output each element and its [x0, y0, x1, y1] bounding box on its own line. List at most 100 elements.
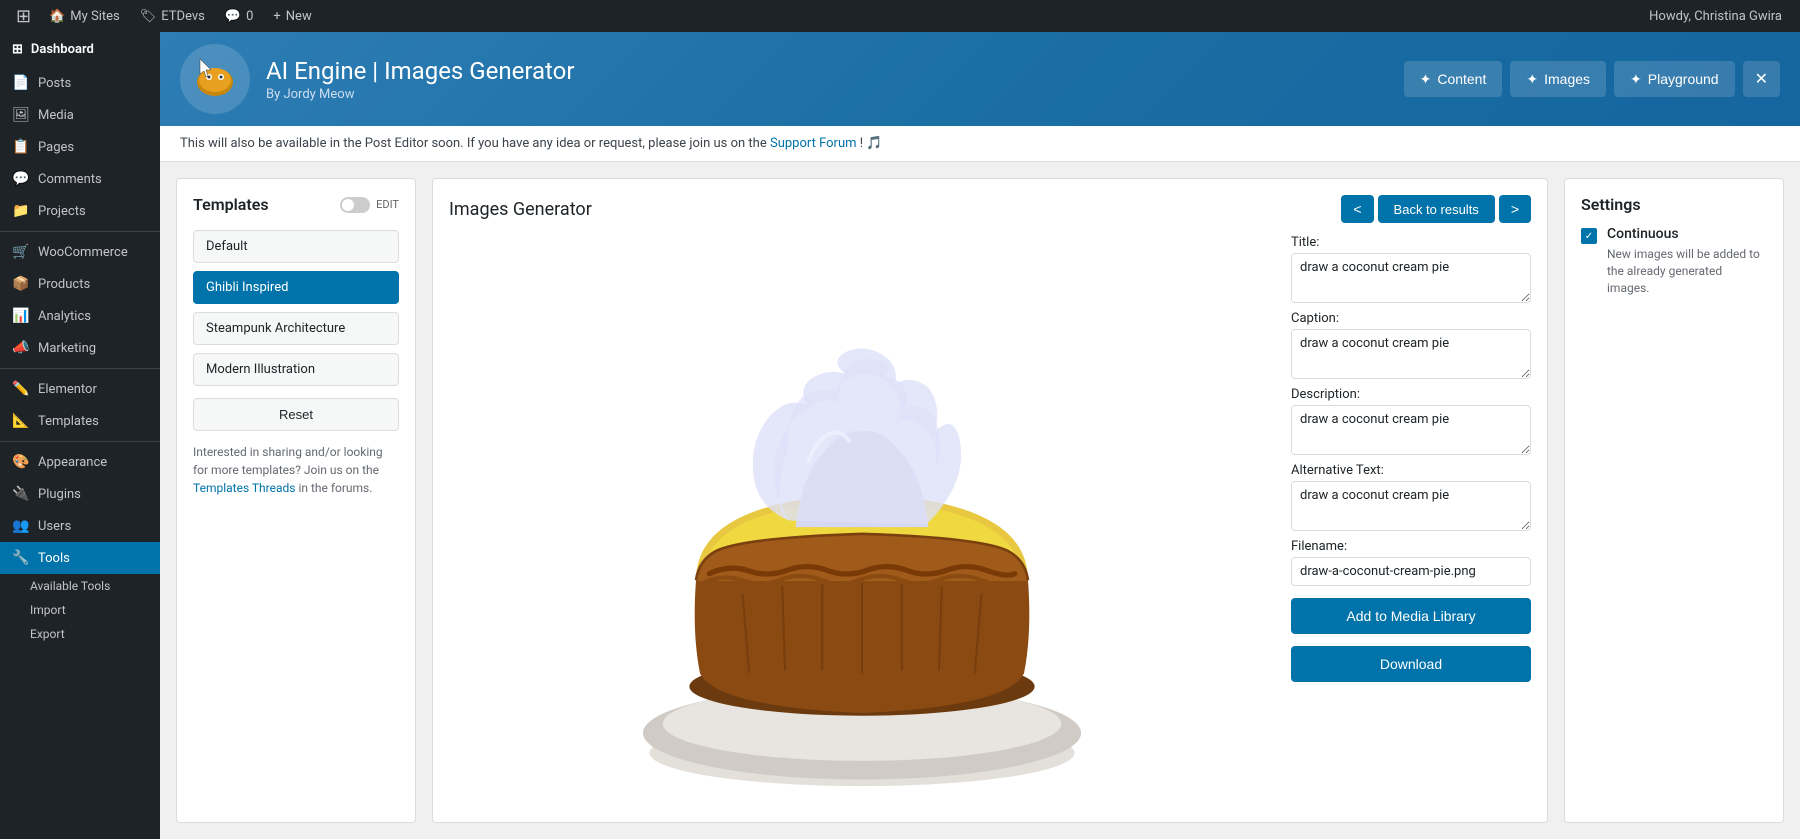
template-item-steampunk[interactable]: Steampunk Architecture: [193, 312, 399, 345]
template-ghibli-label: Ghibli Inspired: [206, 280, 288, 295]
title-textarea[interactable]: draw a coconut cream pie: [1291, 253, 1531, 303]
sidebar-item-projects[interactable]: 📁 Projects: [0, 195, 160, 227]
settings-panel: Settings ✓ Continuous New images will be…: [1564, 178, 1784, 823]
templates-threads-link[interactable]: Templates Threads: [193, 481, 295, 495]
close-plugin-button[interactable]: ✕: [1743, 61, 1780, 97]
my-sites-menu[interactable]: 🏠 My Sites: [39, 0, 130, 32]
playground-sun-icon: ✦: [1630, 71, 1642, 88]
template-item-modern[interactable]: Modern Illustration: [193, 353, 399, 386]
images-sun-icon: ✦: [1526, 71, 1538, 88]
my-sites-label: My Sites: [70, 9, 119, 24]
import-label: Import: [30, 603, 66, 617]
image-display: [449, 235, 1275, 806]
description-textarea[interactable]: draw a coconut cream pie: [1291, 405, 1531, 455]
continuous-desc: New images will be added to the already …: [1607, 246, 1767, 296]
continuous-setting-content: Continuous New images will be added to t…: [1607, 226, 1767, 296]
footer-suffix: in the forums.: [298, 481, 372, 495]
submenu-export[interactable]: Export: [0, 622, 160, 646]
comments-sidebar-icon: 💬: [12, 171, 30, 187]
media-icon: 🖼: [12, 107, 30, 123]
sidebar-item-analytics[interactable]: 📊 Analytics: [0, 300, 160, 332]
footer-text: Interested in sharing and/or looking for…: [193, 445, 383, 477]
title-label: Title:: [1291, 235, 1531, 250]
plus-icon: +: [273, 9, 280, 24]
images-nav-button[interactable]: ✦ Images: [1510, 61, 1606, 97]
sidebar-item-appearance[interactable]: 🎨 Appearance: [0, 446, 160, 478]
download-label: Download: [1380, 656, 1442, 672]
generator-title: Images Generator: [449, 199, 592, 220]
tools-label: Tools: [38, 551, 70, 566]
edit-label: EDIT: [376, 198, 399, 211]
template-item-default[interactable]: Default: [193, 230, 399, 263]
new-label: New: [286, 9, 312, 24]
menu-separator-2: [0, 368, 160, 369]
continuous-label: Continuous: [1607, 226, 1767, 242]
site-name-menu[interactable]: 🏷 ETDevs: [130, 0, 215, 32]
plugin-title: AI Engine | Images Generator: [266, 57, 1388, 85]
sidebar-item-users[interactable]: 👥 Users: [0, 510, 160, 542]
sidebar-item-pages[interactable]: 📋 Pages: [0, 131, 160, 163]
add-to-media-button[interactable]: Add to Media Library: [1291, 598, 1531, 634]
comments-count: 0: [246, 9, 253, 24]
generated-pie-image: [449, 235, 1275, 806]
alt-textarea[interactable]: draw a coconut cream pie: [1291, 481, 1531, 531]
sidebar-item-woocommerce[interactable]: 🛒 WooCommerce: [0, 236, 160, 268]
projects-label: Projects: [38, 204, 86, 219]
dashboard-icon: ⊞: [12, 42, 23, 57]
submenu-import[interactable]: Import: [0, 598, 160, 622]
page-content: Templates EDIT Default Ghibli Inspired S…: [160, 162, 1800, 839]
prev-image-button[interactable]: <: [1341, 195, 1373, 223]
menu-separator-1: [0, 231, 160, 232]
sidebar-item-plugins[interactable]: 🔌 Plugins: [0, 478, 160, 510]
sidebar-item-products[interactable]: 📦 Products: [0, 268, 160, 300]
menu-separator-3: [0, 441, 160, 442]
notice-suffix: ! 🎵: [860, 136, 883, 151]
navigation-buttons: < Back to results >: [1341, 195, 1531, 223]
available-tools-label: Available Tools: [30, 579, 110, 593]
admin-bar: ⊞ 🏠 My Sites 🏷 ETDevs 💬 0 + New Howdy, C…: [0, 0, 1800, 32]
reset-template-button[interactable]: Reset: [193, 398, 399, 431]
template-modern-label: Modern Illustration: [206, 362, 315, 377]
alt-text-label: Alternative Text:: [1291, 463, 1531, 478]
comments-menu[interactable]: 💬 0: [215, 0, 264, 32]
media-label: Media: [38, 108, 74, 123]
submenu-available-tools[interactable]: Available Tools: [0, 574, 160, 598]
caption-textarea[interactable]: draw a coconut cream pie: [1291, 329, 1531, 379]
template-item-ghibli[interactable]: Ghibli Inspired: [193, 271, 399, 304]
sidebar-item-posts[interactable]: 📄 Posts: [0, 67, 160, 99]
filename-input[interactable]: draw-a-coconut-cream-pie.png: [1291, 557, 1531, 586]
continuous-checkbox[interactable]: ✓: [1581, 228, 1597, 244]
sidebar-item-marketing[interactable]: 📣 Marketing: [0, 332, 160, 364]
appearance-label: Appearance: [38, 455, 107, 470]
posts-icon: 📄: [12, 75, 30, 91]
new-content-menu[interactable]: + New: [263, 0, 321, 32]
wp-logo-icon[interactable]: ⊞: [8, 6, 39, 27]
toggle-track[interactable]: [340, 197, 370, 213]
content-nav-label: Content: [1437, 71, 1486, 87]
sidebar-item-tools[interactable]: 🔧 Tools: [0, 542, 160, 574]
content-nav-button[interactable]: ✦ Content: [1404, 61, 1503, 97]
plugin-title-area: AI Engine | Images Generator By Jordy Me…: [266, 57, 1388, 102]
back-to-results-button[interactable]: Back to results: [1378, 195, 1495, 223]
edit-toggle[interactable]: EDIT: [340, 197, 399, 213]
playground-nav-button[interactable]: ✦ Playground: [1614, 61, 1735, 97]
elementor-icon: ✏️: [12, 381, 30, 397]
next-image-button[interactable]: >: [1499, 195, 1531, 223]
plugins-icon: 🔌: [12, 486, 30, 502]
alt-text-field-group: Alternative Text: draw a coconut cream p…: [1291, 463, 1531, 531]
sidebar-item-comments[interactable]: 💬 Comments: [0, 163, 160, 195]
support-forum-link[interactable]: Support Forum: [770, 136, 857, 151]
elementor-label: Elementor: [38, 382, 97, 397]
filename-field-group: Filename: draw-a-coconut-cream-pie.png: [1291, 539, 1531, 586]
user-menu[interactable]: Howdy, Christina Gwira: [1639, 0, 1792, 32]
sidebar-item-media[interactable]: 🖼 Media: [0, 99, 160, 131]
dashboard-link[interactable]: ⊞ Dashboard: [0, 32, 160, 67]
download-button[interactable]: Download: [1291, 646, 1531, 682]
tools-icon: 🔧: [12, 550, 30, 566]
products-label: Products: [38, 277, 90, 292]
users-icon: 👥: [12, 518, 30, 534]
templates-header: Templates EDIT: [193, 195, 399, 214]
sidebar-item-templates[interactable]: 📐 Templates: [0, 405, 160, 437]
title-field-group: Title: draw a coconut cream pie: [1291, 235, 1531, 303]
sidebar-item-elementor[interactable]: ✏️ Elementor: [0, 373, 160, 405]
